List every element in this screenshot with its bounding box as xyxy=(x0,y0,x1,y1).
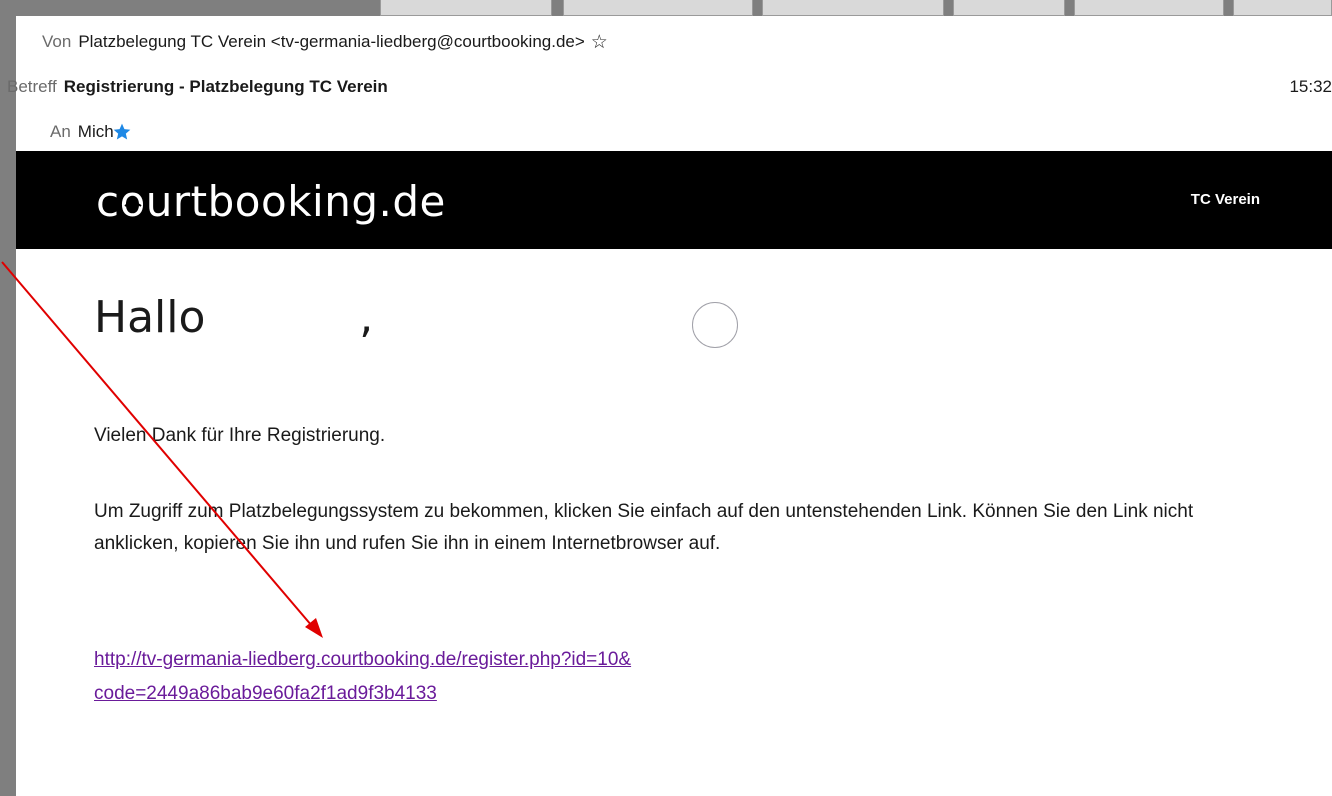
tab-strip xyxy=(0,0,1332,16)
instructions-paragraph: Um Zugriff zum Platzbelegungssystem zu b… xyxy=(94,501,1194,554)
to-label: An xyxy=(50,122,71,141)
registration-link-line2[interactable]: code=2449a86bab9e60fa2f1ad9f3b4133 xyxy=(94,677,631,711)
subject-value: Registrierung - Platzbelegung TC Verein xyxy=(63,77,388,96)
club-name: TC Verein xyxy=(1190,191,1260,208)
registration-link[interactable]: http://tv-germania-liedberg.courtbooking… xyxy=(94,643,631,711)
loading-circle-icon xyxy=(692,302,738,348)
email-banner: co urtbooking.de TC Verein xyxy=(16,151,1332,249)
message-pane: Von Platzbelegung TC Verein <tv-germania… xyxy=(7,16,1332,796)
from-label: Von xyxy=(42,32,72,51)
star-filled-icon[interactable] xyxy=(112,122,132,142)
tab-stub[interactable] xyxy=(380,0,552,16)
registration-link-line1[interactable]: http://tv-germania-liedberg.courtbooking… xyxy=(94,643,631,677)
tab-stub[interactable] xyxy=(563,0,753,16)
tab-stub[interactable] xyxy=(953,0,1065,16)
subject-label: Betreff xyxy=(7,77,57,96)
message-time: 15:32 xyxy=(1289,77,1332,96)
to-recipient[interactable]: Mich xyxy=(78,122,114,142)
thanks-paragraph: Vielen Dank für Ihre Registrierung. xyxy=(94,425,386,446)
tab-stub[interactable] xyxy=(1233,0,1332,16)
tab-stub[interactable] xyxy=(762,0,944,16)
from-row: Von Platzbelegung TC Verein <tv-germania… xyxy=(42,29,608,55)
star-outline-icon[interactable]: ☆ xyxy=(591,33,608,52)
from-address[interactable]: Platzbelegung TC Verein <tv-germania-lie… xyxy=(78,32,584,52)
logo-ball-icon: o xyxy=(119,177,146,226)
greeting-heading: Hallo , xyxy=(94,292,374,343)
subject-row: Betreff Registrierung - Platzbelegung TC… xyxy=(7,74,388,100)
courtbooking-logo: co urtbooking.de xyxy=(96,177,446,226)
to-row: An Mich xyxy=(50,119,132,145)
tab-stub[interactable] xyxy=(1074,0,1224,16)
